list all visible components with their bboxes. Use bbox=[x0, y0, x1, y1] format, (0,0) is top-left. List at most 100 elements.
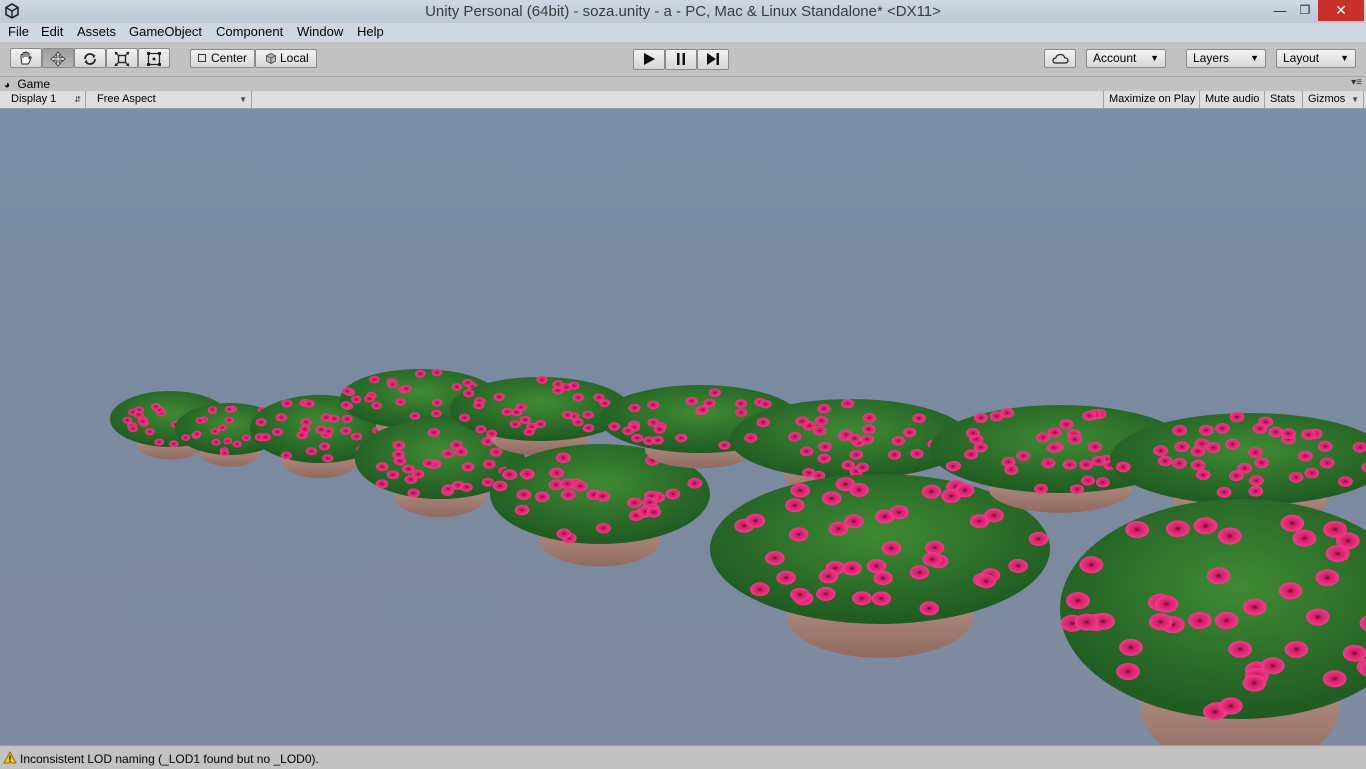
hand-icon bbox=[18, 51, 34, 65]
step-icon bbox=[705, 52, 721, 66]
game-viewport[interactable] bbox=[0, 109, 1366, 745]
flower bbox=[629, 404, 641, 413]
display-dropdown[interactable]: Display 1 ⇵ bbox=[6, 91, 86, 108]
flower bbox=[841, 399, 854, 409]
layers-label: Layers bbox=[1193, 50, 1229, 67]
menu-file[interactable]: File bbox=[8, 24, 29, 39]
flower bbox=[225, 406, 234, 413]
status-message[interactable]: Inconsistent LOD naming (_LOD1 found but… bbox=[20, 752, 319, 766]
flower bbox=[1196, 470, 1211, 481]
space-local-toggle[interactable]: Local bbox=[255, 49, 317, 68]
minimize-button[interactable]: — bbox=[1268, 0, 1292, 21]
flower bbox=[789, 527, 809, 541]
flower bbox=[686, 397, 698, 406]
flower bbox=[181, 434, 190, 441]
flower bbox=[515, 505, 530, 516]
flower bbox=[1066, 592, 1090, 609]
play-button[interactable] bbox=[633, 49, 665, 70]
flower bbox=[455, 447, 468, 456]
flower bbox=[376, 479, 389, 488]
flower bbox=[595, 491, 610, 502]
flower bbox=[1298, 451, 1313, 462]
layout-dropdown[interactable]: Layout ▼ bbox=[1276, 49, 1356, 68]
flower bbox=[863, 413, 876, 423]
flower bbox=[572, 418, 583, 426]
rotate-tool-button[interactable] bbox=[74, 48, 106, 68]
stats-toggle[interactable]: Stats bbox=[1265, 91, 1303, 108]
flower bbox=[573, 481, 588, 492]
flower bbox=[867, 559, 887, 573]
flower bbox=[225, 417, 234, 424]
play-icon bbox=[642, 52, 656, 66]
close-button[interactable]: ✕ bbox=[1318, 0, 1364, 21]
tab-game[interactable]: ◕ Game bbox=[4, 77, 64, 91]
flower bbox=[815, 416, 828, 426]
flower bbox=[1301, 429, 1316, 440]
flower bbox=[796, 416, 809, 426]
pause-button[interactable] bbox=[665, 49, 697, 70]
menu-window[interactable]: Window bbox=[297, 24, 343, 39]
flower bbox=[536, 376, 547, 384]
chevron-down-icon: ▼ bbox=[239, 91, 247, 108]
flower bbox=[920, 601, 940, 615]
flower bbox=[1029, 532, 1049, 546]
flower bbox=[1153, 445, 1168, 456]
flower bbox=[1316, 569, 1340, 586]
flower bbox=[750, 582, 770, 596]
flower bbox=[393, 441, 406, 450]
game-view-toolbar: Display 1 ⇵ Free Aspect ▼ Maximize on Pl… bbox=[0, 91, 1366, 109]
flower bbox=[303, 400, 314, 408]
flower bbox=[1254, 458, 1269, 469]
flower bbox=[984, 508, 1004, 522]
menu-gameobject[interactable]: GameObject bbox=[129, 24, 202, 39]
menu-edit[interactable]: Edit bbox=[41, 24, 63, 39]
panel-menu-icon[interactable]: ▾≡ bbox=[1351, 77, 1362, 88]
flower bbox=[196, 417, 205, 424]
flower bbox=[321, 413, 332, 421]
menu-help[interactable]: Help bbox=[357, 24, 384, 39]
flower bbox=[873, 571, 893, 585]
flower bbox=[735, 408, 747, 417]
cloud-button[interactable] bbox=[1044, 49, 1076, 68]
move-tool-button[interactable] bbox=[42, 48, 74, 68]
flower bbox=[493, 481, 508, 492]
menu-assets[interactable]: Assets bbox=[77, 24, 116, 39]
flower bbox=[802, 468, 815, 478]
scale-icon bbox=[114, 51, 130, 67]
flower bbox=[1082, 411, 1096, 421]
flower bbox=[817, 404, 830, 414]
flower bbox=[342, 415, 353, 423]
account-dropdown[interactable]: Account ▼ bbox=[1086, 49, 1166, 68]
flower bbox=[442, 449, 455, 458]
mute-audio-toggle[interactable]: Mute audio bbox=[1200, 91, 1265, 108]
maximize-on-play-toggle[interactable]: Maximize on Play bbox=[1103, 91, 1200, 108]
scale-tool-button[interactable] bbox=[106, 48, 138, 68]
flower bbox=[211, 428, 220, 435]
gizmos-dropdown[interactable]: Gizmos ▼ bbox=[1303, 91, 1364, 108]
flower bbox=[1075, 614, 1099, 631]
rect-tool-button[interactable] bbox=[138, 48, 170, 68]
flower bbox=[1079, 556, 1103, 573]
flower bbox=[842, 460, 855, 470]
step-button[interactable] bbox=[697, 49, 729, 70]
flower bbox=[1194, 517, 1218, 534]
flower bbox=[1172, 425, 1187, 436]
layers-dropdown[interactable]: Layers ▼ bbox=[1186, 49, 1266, 68]
menu-component[interactable]: Component bbox=[216, 24, 283, 39]
flower bbox=[364, 395, 375, 403]
pivot-center-toggle[interactable]: Center bbox=[190, 49, 255, 68]
maximize-label: Maximize on Play bbox=[1109, 93, 1195, 105]
flower bbox=[502, 408, 513, 416]
flower bbox=[622, 426, 634, 435]
restore-button[interactable]: ❐ bbox=[1292, 0, 1318, 21]
flower bbox=[1253, 423, 1268, 434]
flower bbox=[483, 460, 496, 469]
flower bbox=[1158, 456, 1173, 467]
flower bbox=[889, 505, 909, 519]
flower bbox=[744, 433, 757, 443]
flower bbox=[341, 401, 352, 409]
aspect-dropdown[interactable]: Free Aspect ▼ bbox=[92, 91, 252, 108]
hand-tool-button[interactable] bbox=[10, 48, 42, 68]
flower bbox=[1034, 484, 1048, 494]
flower bbox=[583, 411, 594, 419]
